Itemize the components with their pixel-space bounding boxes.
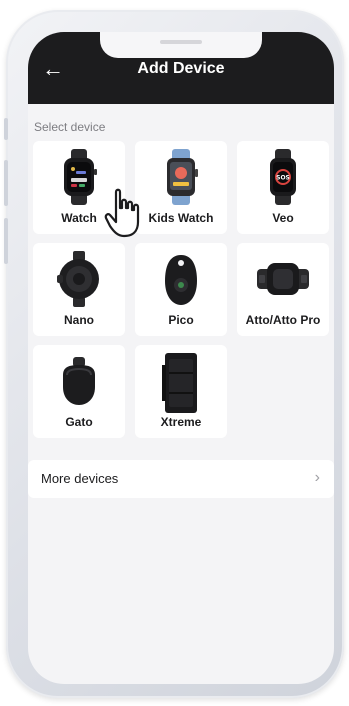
atto-tracker-icon xyxy=(237,251,329,307)
device-tile-pico[interactable]: Pico xyxy=(135,243,227,336)
device-tile-nano[interactable]: Nano xyxy=(33,243,125,336)
phone-volume-up-button xyxy=(4,160,8,206)
chevron-right-icon: › xyxy=(314,469,320,486)
veo-sos-text: SOS xyxy=(276,175,290,182)
gato-tracker-icon xyxy=(33,353,125,409)
device-label: Atto/Atto Pro xyxy=(245,313,321,327)
section-label: Select device xyxy=(34,120,106,134)
speaker-slot xyxy=(160,40,202,44)
kids-watch-icon xyxy=(135,149,227,205)
phone-side-button xyxy=(4,118,8,140)
more-devices-row[interactable]: More devices › xyxy=(28,460,334,498)
app-screen: ← Add Device Select device Watch Kids Wa… xyxy=(28,32,334,684)
device-label: Veo xyxy=(272,211,294,225)
xtreme-tracker-icon xyxy=(135,353,227,413)
device-tile-atto[interactable]: Atto/Atto Pro xyxy=(237,243,329,336)
nano-tracker-icon xyxy=(33,251,125,307)
device-tile-xtreme[interactable]: Xtreme xyxy=(135,345,227,438)
more-devices-label: More devices xyxy=(41,471,119,486)
device-label: Kids Watch xyxy=(148,211,214,225)
device-tile-gato[interactable]: Gato xyxy=(33,345,125,438)
device-tile-kids-watch[interactable]: Kids Watch xyxy=(135,141,227,234)
device-label: Nano xyxy=(64,313,94,327)
phone-notch xyxy=(100,32,262,58)
device-label: Xtreme xyxy=(160,415,202,429)
pico-tracker-icon xyxy=(135,251,227,307)
phone-volume-down-button xyxy=(4,218,8,264)
veo-watch-icon: SOS xyxy=(237,149,329,205)
device-tile-veo[interactable]: SOS Veo xyxy=(237,141,329,234)
page-title: Add Device xyxy=(137,60,225,77)
pointing-hand-icon xyxy=(100,184,148,240)
device-label: Gato xyxy=(65,415,93,429)
device-label: Pico xyxy=(168,313,194,327)
